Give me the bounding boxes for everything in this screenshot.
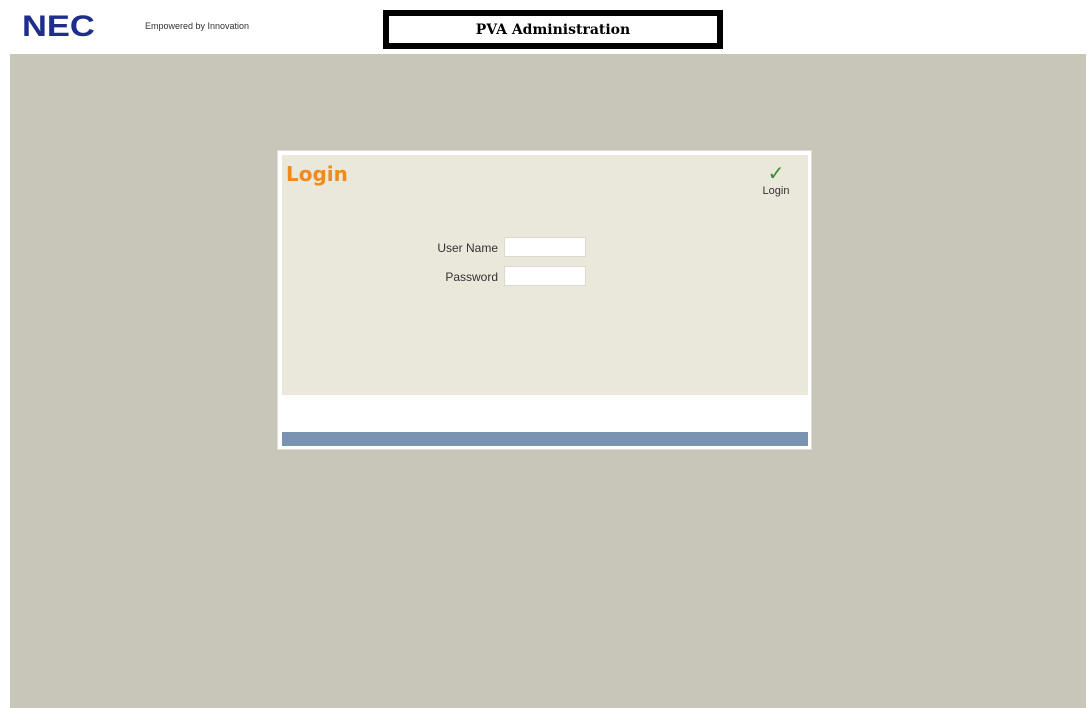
username-row: User Name xyxy=(282,237,808,259)
login-dialog: Login ✓ Login User Name Password xyxy=(277,150,812,450)
tagline: Empowered by Innovation xyxy=(145,21,250,31)
password-row: Password xyxy=(282,266,808,288)
login-button-label: Login xyxy=(762,185,790,197)
app-title: PVA Administration xyxy=(475,21,631,38)
dialog-status-bar xyxy=(282,432,808,446)
check-icon: ✓ xyxy=(767,161,785,185)
page: NEC Empowered by Innovation PVA Administ… xyxy=(0,0,1091,708)
dialog-title: Login xyxy=(286,162,348,186)
username-input[interactable] xyxy=(504,237,586,257)
password-label: Password xyxy=(445,270,498,284)
nec-logo: NEC xyxy=(22,10,95,43)
login-button[interactable]: ✓ Login xyxy=(756,162,796,197)
header-bar: NEC Empowered by Innovation PVA Administ… xyxy=(10,0,1086,54)
username-label: User Name xyxy=(437,241,498,255)
login-dialog-panel: Login ✓ Login User Name Password xyxy=(282,155,808,395)
app-title-box: PVA Administration xyxy=(383,10,723,49)
password-input[interactable] xyxy=(504,266,586,286)
